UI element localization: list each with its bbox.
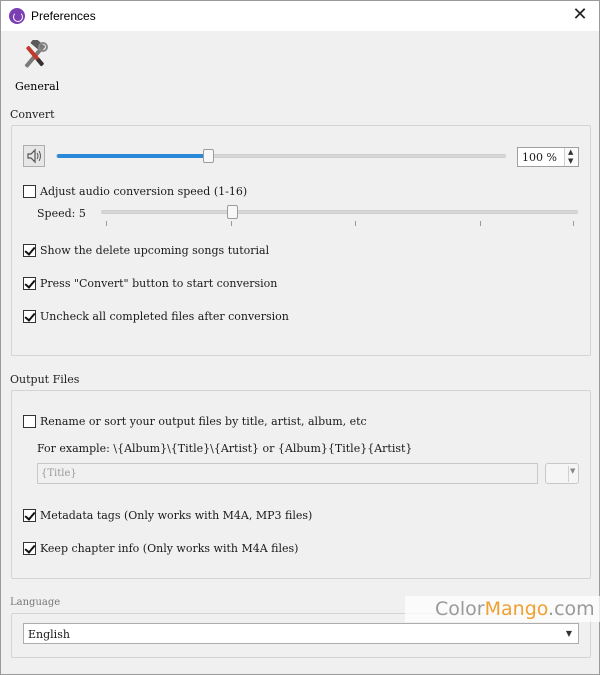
example-text: For example: \{Album}\{Title}\{Artist} o… [37,442,413,455]
volume-slider[interactable] [56,149,506,163]
volume-slider-fill [57,154,210,158]
adjust-speed-checkbox[interactable] [23,185,36,198]
preferences-window: Preferences ✕ General Convert 100 % ▲ ▼ … [0,0,600,675]
rename-label: Rename or sort your output files by titl… [40,415,367,428]
volume-slider-thumb[interactable] [203,149,214,163]
chapter-label: Keep chapter info (Only works with M4A f… [40,542,299,555]
watermark-part1: Color [435,598,485,620]
show-tutorial-label: Show the delete upcoming songs tutorial [40,244,270,257]
press-convert-checkbox[interactable] [23,277,36,290]
volume-spinbox[interactable]: 100 % ▲ ▼ [517,147,579,167]
speed-tick [231,221,232,226]
chevron-down-icon: ▼ [570,467,576,475]
uncheck-completed-label: Uncheck all completed files after conver… [40,310,289,323]
speaker-icon [27,148,41,164]
watermark-part3: .com [548,598,595,620]
tab-general-label: General [15,80,60,93]
chapter-checkbox[interactable] [23,542,36,555]
speed-tick [480,221,481,226]
tools-icon [24,40,48,68]
uncheck-completed-checkbox[interactable] [23,310,36,323]
close-button[interactable]: ✕ [569,5,591,27]
tag-dropdown[interactable]: ▼ [545,463,579,484]
speed-tick [573,221,574,226]
chevron-down-icon: ▼ [565,629,572,638]
press-convert-label: Press "Convert" button to start conversi… [40,277,278,290]
spin-arrows: ▲ ▼ [564,148,578,166]
volume-value: 100 % [522,151,557,164]
spin-up-icon[interactable]: ▲ [568,148,573,156]
spin-down-icon[interactable]: ▼ [568,157,573,165]
rename-checkbox[interactable] [23,415,36,428]
metadata-label: Metadata tags (Only works with M4A, MP3 … [40,509,313,522]
show-tutorial-checkbox[interactable] [23,244,36,257]
speed-tick [106,221,107,226]
volume-button[interactable] [23,145,45,167]
watermark-logo: ColorMango.com [405,596,600,622]
output-section-title: Output Files [10,373,80,386]
tag-dropdown-divider [568,466,569,482]
speed-slider[interactable] [101,205,578,219]
filename-pattern-field[interactable] [37,463,538,484]
watermark-part2: Mango [484,598,549,620]
toolbar: General [1,31,599,99]
convert-section-title: Convert [10,108,55,121]
speed-label: Speed: 5 [37,207,86,220]
adjust-speed-label: Adjust audio conversion speed (1-16) [40,185,248,198]
language-select[interactable]: English ▼ [23,623,579,644]
titlebar: Preferences ✕ [1,1,599,31]
filename-pattern-input[interactable] [38,464,537,483]
language-section-title: Language [10,597,61,608]
app-icon [9,8,25,24]
window-title: Preferences [31,9,96,23]
speed-slider-thumb[interactable] [227,205,238,219]
tab-general[interactable]: General [11,37,63,95]
metadata-checkbox[interactable] [23,509,36,522]
language-selected-value: English [28,628,70,641]
speed-tick [355,221,356,226]
